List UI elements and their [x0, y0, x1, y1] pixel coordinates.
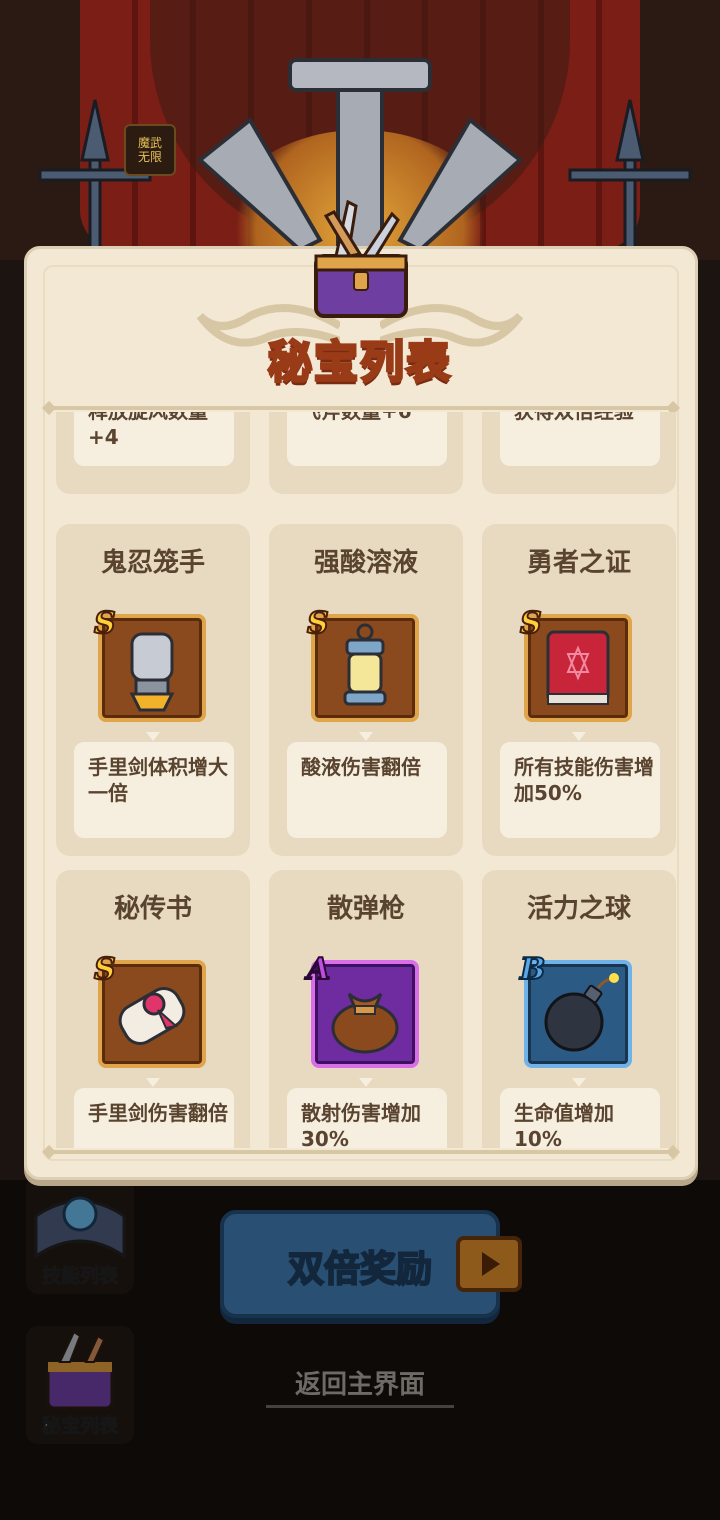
- skills-list-button[interactable]: 技能列表: [26, 1176, 134, 1294]
- treasure-list-scroll[interactable]: 释放旋风数量+4 飞斧数量+6 获得双倍经验 鬼忍笼手 S 手里剑体积增大一倍 …: [48, 412, 678, 1148]
- grade-badge: S: [93, 605, 117, 642]
- treasure-icon-frame: A: [306, 951, 419, 1068]
- description-pointer: [146, 1078, 160, 1087]
- treasure-icon-frame: S: [93, 951, 206, 1068]
- treasure-description: 散射伤害增加30%: [301, 1101, 421, 1148]
- game-logo-text: 魔武无限: [137, 136, 162, 164]
- description-box: 酸液伤害翻倍: [287, 742, 447, 838]
- treasure-icon-frame: S: [519, 605, 632, 722]
- treasure-card-partial[interactable]: 获得双倍经验: [482, 412, 676, 494]
- grade-badge: S: [519, 605, 543, 642]
- top-divider: [48, 406, 674, 410]
- grade-badge: A: [306, 951, 331, 988]
- treasure-card[interactable]: 活力之球 B 生命值增加10%: [482, 870, 676, 1148]
- skills-list-label: 技能列表: [41, 1265, 118, 1288]
- treasure-description: 酸液伤害翻倍: [301, 755, 421, 779]
- treasure-name: 散弹枪: [326, 894, 405, 924]
- grade-badge: S: [93, 951, 117, 988]
- treasure-icon-frame: S: [93, 605, 206, 722]
- treasure-name: 秘传书: [113, 894, 192, 924]
- treasure-description: 飞斧数量+6: [301, 412, 441, 424]
- description-pointer: [359, 732, 373, 741]
- treasure-card-partial[interactable]: 释放旋风数量+4: [56, 412, 250, 494]
- treasure-list-button[interactable]: 秘宝列表: [26, 1326, 134, 1444]
- lantern-icon: [343, 623, 387, 706]
- description-box: 散射伤害增加30%: [287, 1088, 447, 1148]
- treasure-description: 获得双倍经验: [514, 412, 654, 424]
- dialog-title: 秘宝列表: [267, 336, 452, 390]
- treasure-name: 鬼忍笼手: [100, 548, 205, 578]
- return-main-button[interactable]: 返回主界面: [266, 1364, 454, 1408]
- play-triangle-icon: [482, 1252, 500, 1276]
- description-box: 手里剑体积增大一倍: [74, 742, 234, 838]
- treasure-card[interactable]: 强酸溶液 S 酸液伤害翻倍: [269, 524, 463, 856]
- treasure-name: 活力之球: [526, 894, 631, 924]
- description-box: 手里剑伤害翻倍: [74, 1088, 234, 1148]
- game-logo: 魔武无限: [124, 124, 176, 176]
- grade-badge: S: [306, 605, 330, 642]
- treasure-chest-header-icon: [314, 199, 408, 318]
- red-book-icon: [546, 630, 610, 705]
- scroll-icon: [118, 987, 186, 1045]
- treasure-list-label: 秘宝列表: [41, 1415, 118, 1438]
- gauntlet-icon: [129, 632, 175, 712]
- treasure-name: 强酸溶液: [313, 548, 418, 578]
- treasure-card-partial[interactable]: 飞斧数量+6: [269, 412, 463, 494]
- treasure-description: 手里剑体积增大一倍: [88, 755, 228, 805]
- treasure-icon-frame: B: [519, 951, 632, 1068]
- description-box: 飞斧数量+6: [287, 412, 447, 466]
- description-box: 获得双倍经验: [500, 412, 660, 466]
- open-book-icon: [34, 1196, 126, 1259]
- treasure-description: 释放旋风数量+4: [88, 412, 208, 449]
- treasure-name: 勇者之证: [526, 548, 631, 578]
- description-pointer: [572, 732, 586, 741]
- grade-badge: B: [519, 951, 546, 988]
- description-box: 所有技能伤害增加50%: [500, 742, 660, 838]
- treasure-card[interactable]: 勇者之证 S 所有技能伤害增加50%: [482, 524, 676, 856]
- treasure-icon-frame: S: [306, 605, 419, 722]
- treasure-card[interactable]: 鬼忍笼手 S 手里剑体积增大一倍: [56, 524, 250, 856]
- description-pointer: [359, 1078, 373, 1087]
- bottom-divider: [48, 1150, 674, 1154]
- description-pointer: [572, 1078, 586, 1087]
- description-pointer: [146, 732, 160, 741]
- treasure-description: 所有技能伤害增加50%: [514, 755, 654, 805]
- treasure-card[interactable]: 秘传书 S 手里剑伤害翻倍: [56, 870, 250, 1148]
- play-video-icon: [456, 1236, 522, 1292]
- treasure-chest-icon: [46, 1330, 114, 1410]
- description-box: 生命值增加10%: [500, 1088, 660, 1148]
- treasure-description: 生命值增加10%: [514, 1101, 614, 1148]
- treasure-card[interactable]: 散弹枪 A 散射伤害增加30%: [269, 870, 463, 1148]
- treasure-description: 手里剑伤害翻倍: [88, 1101, 228, 1125]
- description-box: 释放旋风数量+4: [74, 412, 234, 466]
